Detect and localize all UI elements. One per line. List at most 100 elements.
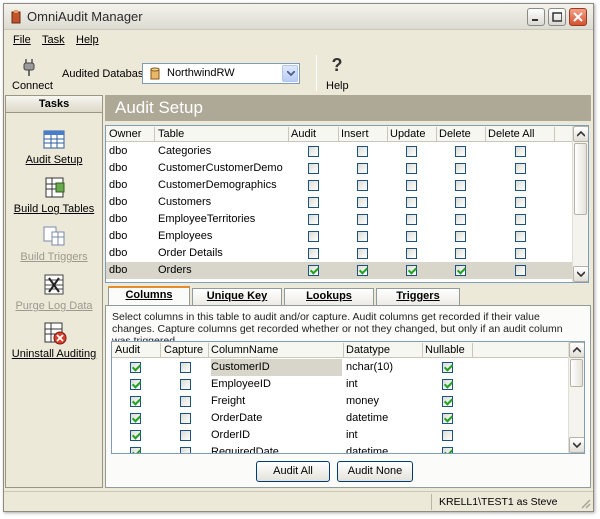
delete-checkbox[interactable] — [455, 265, 466, 276]
audit-checkbox[interactable] — [130, 413, 141, 424]
columns-grid[interactable]: Audit Capture ColumnName Datatype Nullab… — [111, 341, 585, 454]
audit-checkbox[interactable] — [308, 197, 319, 208]
audit-none-button[interactable]: Audit None — [337, 461, 413, 482]
audit-checkbox[interactable] — [308, 163, 319, 174]
tab-lookups[interactable]: Lookups — [284, 288, 374, 305]
audit-checkbox[interactable] — [308, 248, 319, 259]
task-build-log-tables[interactable]: Build Log Tables — [6, 175, 102, 221]
table-row[interactable]: dbo CustomerCustomerDemo — [106, 160, 588, 177]
scroll-up-button[interactable] — [569, 342, 584, 358]
close-button[interactable] — [569, 8, 587, 26]
nullable-checkbox[interactable] — [442, 396, 453, 407]
col-col-datatype[interactable]: Datatype — [346, 344, 390, 356]
menu-file[interactable]: File — [13, 34, 31, 46]
delete-checkbox[interactable] — [455, 197, 466, 208]
update-checkbox[interactable] — [406, 197, 417, 208]
table-row[interactable]: dbo CustomerDemographics — [106, 177, 588, 194]
column-row[interactable]: RequiredDate datetime — [112, 444, 584, 453]
col-insert[interactable]: Insert — [341, 128, 369, 140]
minimize-button[interactable] — [527, 8, 545, 26]
help-button[interactable]: ? Help — [322, 55, 352, 93]
insert-checkbox[interactable] — [357, 265, 368, 276]
audit-checkbox[interactable] — [308, 180, 319, 191]
audit-all-button[interactable]: Audit All — [256, 461, 330, 482]
delete-all-checkbox[interactable] — [515, 248, 526, 259]
dropdown-arrow[interactable] — [282, 65, 298, 82]
task-build-triggers[interactable]: Build Triggers — [6, 223, 102, 269]
task-uninstall-auditing[interactable]: Uninstall Auditing — [6, 320, 102, 366]
delete-all-checkbox[interactable] — [515, 146, 526, 157]
update-checkbox[interactable] — [406, 180, 417, 191]
update-checkbox[interactable] — [406, 231, 417, 242]
title-bar[interactable]: OmniAudit Manager — [4, 4, 593, 30]
delete-all-checkbox[interactable] — [515, 163, 526, 174]
insert-checkbox[interactable] — [357, 214, 368, 225]
audit-checkbox[interactable] — [130, 430, 141, 441]
col-col-audit[interactable]: Audit — [115, 344, 140, 356]
table-row[interactable]: dbo Orders — [106, 262, 588, 279]
delete-all-checkbox[interactable] — [515, 265, 526, 276]
col-col-nullable[interactable]: Nullable — [425, 344, 465, 356]
table-row[interactable]: dbo EmployeeTerritories — [106, 211, 588, 228]
delete-checkbox[interactable] — [455, 163, 466, 174]
delete-all-checkbox[interactable] — [515, 214, 526, 225]
column-row[interactable]: OrderID int — [112, 427, 584, 444]
col-owner[interactable]: Owner — [109, 128, 141, 140]
insert-checkbox[interactable] — [357, 231, 368, 242]
scroll-thumb[interactable] — [570, 359, 583, 387]
col-delete-all[interactable]: Delete All — [488, 128, 534, 140]
tab-columns[interactable]: Columns — [108, 286, 190, 306]
maximize-button[interactable] — [548, 8, 566, 26]
audit-checkbox[interactable] — [130, 447, 141, 453]
resize-grip-icon[interactable] — [579, 497, 591, 509]
tab-unique-key[interactable]: Unique Key — [192, 288, 282, 305]
menu-help[interactable]: Help — [76, 34, 99, 46]
scroll-up-button[interactable] — [573, 126, 588, 142]
insert-checkbox[interactable] — [357, 163, 368, 174]
tables-grid[interactable]: Owner Table Audit Insert Update Delete D… — [105, 125, 589, 283]
column-row[interactable]: CustomerID nchar(10) — [112, 359, 584, 376]
scroll-down-button[interactable] — [569, 437, 584, 453]
col-table[interactable]: Table — [158, 128, 184, 140]
table-row[interactable]: dbo Order Details — [106, 245, 588, 262]
delete-checkbox[interactable] — [455, 231, 466, 242]
col-col-capture[interactable]: Capture — [164, 344, 203, 356]
columns-scrollbar[interactable] — [568, 342, 584, 453]
capture-checkbox[interactable] — [180, 379, 191, 390]
update-checkbox[interactable] — [406, 214, 417, 225]
task-audit-setup[interactable]: Audit Setup — [6, 126, 102, 172]
column-row[interactable]: Freight money — [112, 393, 584, 410]
table-row[interactable]: dbo Customers — [106, 194, 588, 211]
tables-scrollbar[interactable] — [572, 126, 588, 282]
table-row[interactable]: dbo Categories — [106, 143, 588, 160]
capture-checkbox[interactable] — [180, 430, 191, 441]
delete-all-checkbox[interactable] — [515, 197, 526, 208]
task-purge-log-data[interactable]: Purge Log Data — [6, 272, 102, 318]
insert-checkbox[interactable] — [357, 180, 368, 191]
insert-checkbox[interactable] — [357, 197, 368, 208]
audit-checkbox[interactable] — [308, 146, 319, 157]
col-col-name[interactable]: ColumnName — [211, 344, 278, 356]
nullable-checkbox[interactable] — [442, 447, 453, 453]
table-row[interactable]: dbo Employees — [106, 228, 588, 245]
nullable-checkbox[interactable] — [442, 430, 453, 441]
capture-checkbox[interactable] — [180, 362, 191, 373]
insert-checkbox[interactable] — [357, 146, 368, 157]
audit-checkbox[interactable] — [130, 379, 141, 390]
connect-button[interactable]: Connect — [10, 55, 53, 93]
capture-checkbox[interactable] — [180, 413, 191, 424]
update-checkbox[interactable] — [406, 265, 417, 276]
delete-checkbox[interactable] — [455, 180, 466, 191]
update-checkbox[interactable] — [406, 248, 417, 259]
nullable-checkbox[interactable] — [442, 362, 453, 373]
column-row[interactable]: EmployeeID int — [112, 376, 584, 393]
update-checkbox[interactable] — [406, 163, 417, 174]
column-row[interactable]: OrderDate datetime — [112, 410, 584, 427]
delete-checkbox[interactable] — [455, 214, 466, 225]
col-delete[interactable]: Delete — [439, 128, 471, 140]
delete-all-checkbox[interactable] — [515, 231, 526, 242]
delete-all-checkbox[interactable] — [515, 180, 526, 191]
col-audit[interactable]: Audit — [291, 128, 316, 140]
audit-checkbox[interactable] — [130, 396, 141, 407]
audit-checkbox[interactable] — [130, 362, 141, 373]
